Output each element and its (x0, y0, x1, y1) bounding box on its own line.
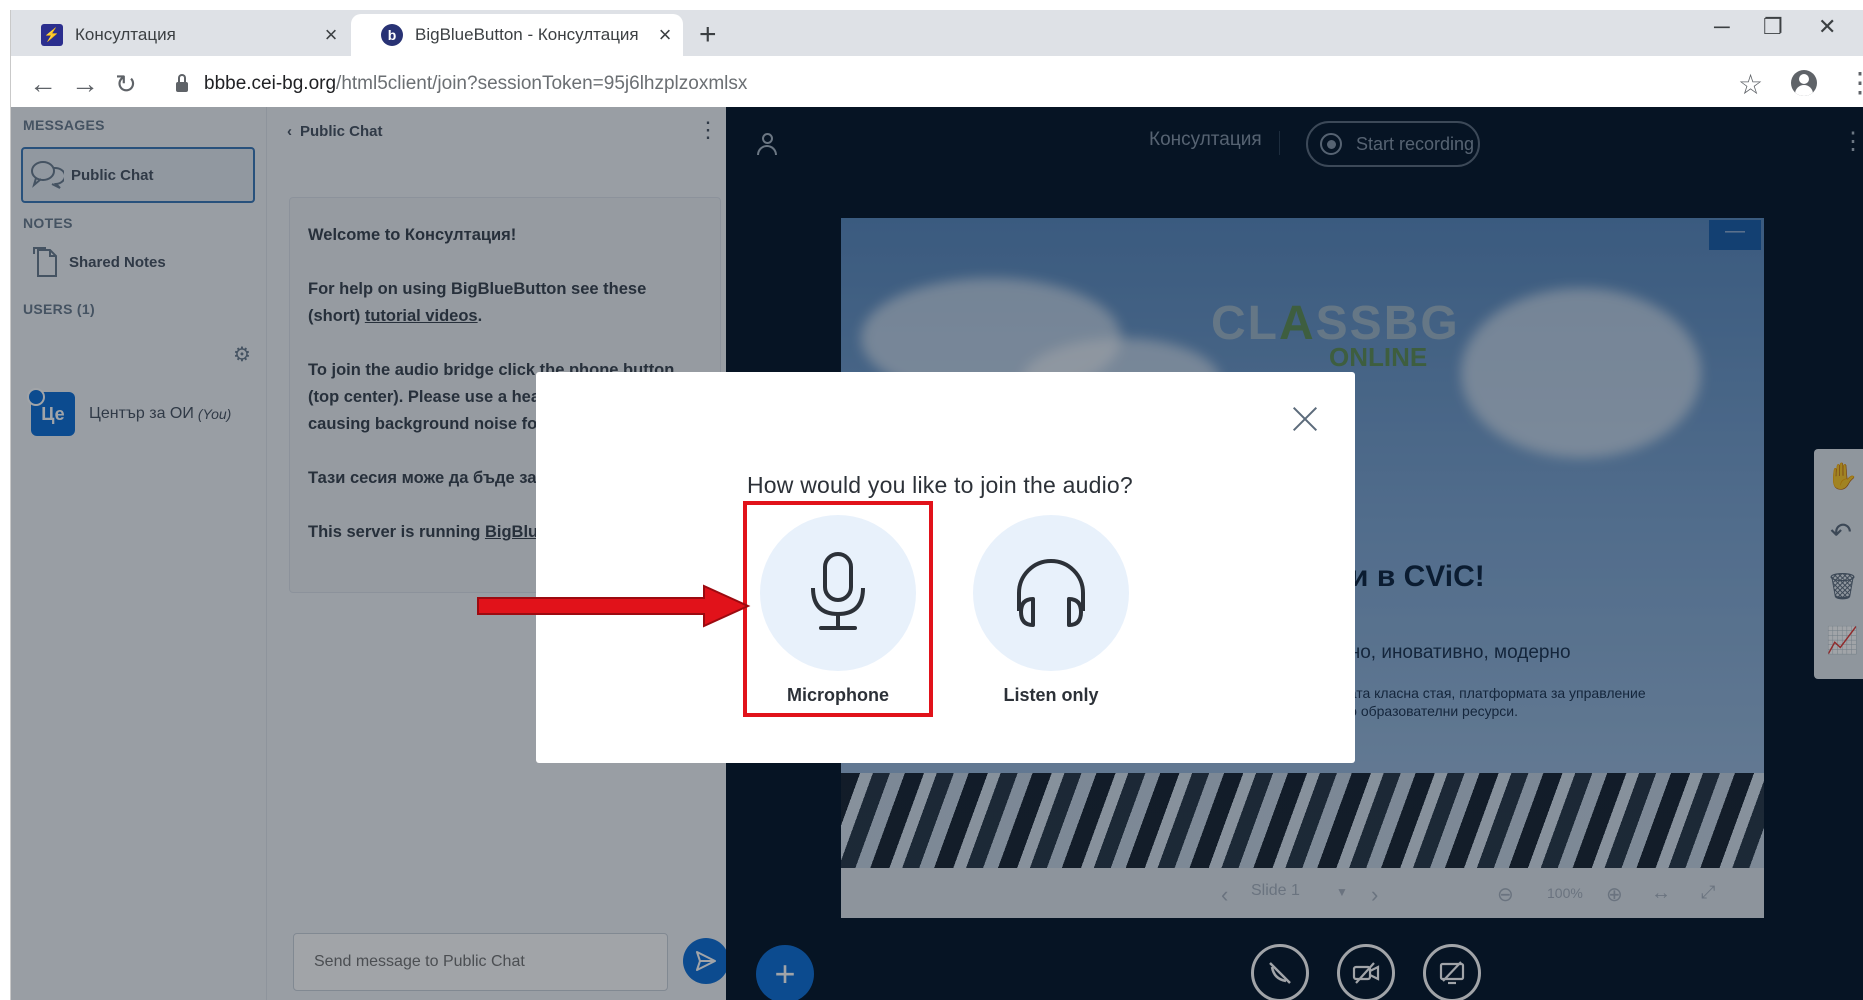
tab-title: Консултация (75, 25, 176, 44)
join-audio-modal: How would you like to join the audio? Mi… (536, 372, 1355, 763)
forward-icon[interactable]: → (71, 70, 99, 98)
close-window-button[interactable]: ✕ (1818, 14, 1836, 40)
listen-only-option-circle[interactable] (973, 515, 1129, 671)
microphone-highlight-box (743, 501, 933, 717)
tab-title: BigBlueButton - Консултация (415, 25, 639, 44)
tab-konsultacia[interactable]: ⚡ Консултация × (11, 14, 349, 56)
back-icon[interactable]: ← (29, 70, 57, 98)
tab-close-icon[interactable]: × (313, 22, 349, 48)
annotation-arrow-icon (477, 584, 751, 628)
bigbluebutton-favicon-icon: b (381, 24, 403, 46)
tab-close-icon[interactable]: × (647, 22, 683, 48)
account-icon[interactable] (1791, 70, 1817, 96)
modal-title: How would you like to join the audio? (747, 472, 1133, 498)
url-host: bbbe.cei-bg.org (204, 73, 337, 94)
reload-icon[interactable]: ↻ (115, 71, 137, 97)
address-bar[interactable]: bbbe.cei-bg.org/html5client/join?session… (204, 73, 747, 95)
menu-icon[interactable]: ⋮ (1846, 66, 1863, 99)
listen-only-label: Listen only (1003, 685, 1099, 705)
ministry-favicon-icon: ⚡ (41, 24, 63, 46)
tab-bigbluebutton[interactable]: b BigBlueButton - Консултация × (351, 14, 683, 56)
tab-strip: ⚡ Консултация × b BigBlueButton - Консул… (11, 10, 1863, 56)
listen-only-option[interactable]: Listen only (973, 515, 1129, 706)
minimize-button[interactable]: ─ (1714, 14, 1730, 40)
lock-icon (176, 74, 188, 94)
url-path: /html5client/join?sessionToken=95j6lhzpl… (336, 73, 748, 94)
headphones-icon (1017, 559, 1085, 627)
restore-button[interactable]: ❐ (1763, 14, 1783, 40)
browser-window: ⚡ Консултация × b BigBlueButton - Консул… (10, 10, 1863, 1000)
close-icon[interactable] (1292, 406, 1318, 432)
new-tab-button[interactable]: + (699, 18, 717, 52)
star-icon[interactable]: ☆ (1738, 68, 1763, 101)
